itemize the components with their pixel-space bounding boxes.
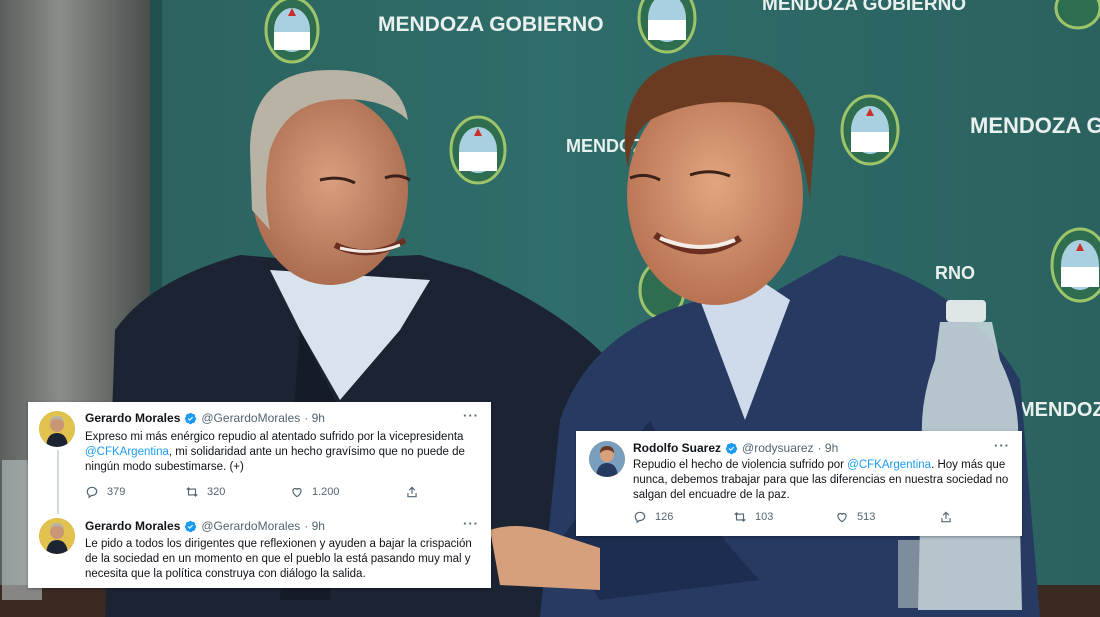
wall-text: RNO [935, 263, 975, 283]
retweet-icon [734, 512, 746, 522]
author-name[interactable]: Rodolfo Suarez [633, 441, 721, 455]
reply-count: 379 [107, 486, 126, 498]
retweet-button[interactable]: 320 [185, 485, 290, 499]
mention-link[interactable]: @CFKArgentina [85, 446, 169, 458]
tweet-time[interactable]: · 9h [304, 519, 325, 533]
tweet-time[interactable]: · 9h [818, 441, 839, 455]
tweet-text-part: Repudio el hecho de violencia sufrido po… [633, 459, 848, 471]
like-icon [292, 487, 302, 498]
reply-count: 126 [655, 511, 674, 523]
mention-link[interactable]: @CFKArgentina [847, 459, 931, 471]
tweet-text: Repudio el hecho de violencia sufrido po… [633, 458, 1013, 503]
author-handle[interactable]: @GerardoMorales [201, 411, 300, 425]
reply-button[interactable]: 126 [633, 510, 733, 524]
tweet-text-part: Expreso mi más enérgico repudio al atent… [85, 431, 464, 443]
tweet-text: Expreso mi más enérgico repudio al atent… [85, 430, 480, 475]
tweet-time[interactable]: · 9h [304, 411, 325, 425]
share-button[interactable] [939, 510, 953, 524]
reply-icon [634, 511, 646, 524]
avatar[interactable] [39, 518, 75, 554]
share-icon [407, 486, 417, 498]
retweet-count: 103 [755, 511, 774, 523]
author-handle[interactable]: @GerardoMorales [201, 519, 300, 533]
thread-connector [57, 450, 59, 514]
wall-text: MENDOZA GOBIERNO [378, 13, 604, 36]
verified-badge-icon [185, 412, 197, 424]
verified-badge-icon [725, 442, 738, 454]
reply-button[interactable]: 379 [85, 485, 185, 499]
author-handle[interactable]: @rodysuarez [742, 441, 814, 455]
tweet-text: Le pido a todos los dirigentes que refle… [85, 538, 472, 580]
like-icon [837, 512, 847, 523]
verified-badge-icon [185, 520, 197, 532]
avatar[interactable] [589, 441, 625, 477]
like-button[interactable]: 513 [835, 510, 939, 524]
tweet[interactable]: Rodolfo Suarez @rodysuarez · 9h ··· Repu… [576, 431, 1022, 536]
tweet[interactable]: Gerardo Morales @GerardoMorales · 9h ···… [28, 402, 491, 514]
avatar[interactable] [39, 411, 75, 447]
like-count: 1.200 [312, 486, 340, 498]
share-icon [941, 511, 951, 523]
reply-icon [86, 486, 98, 499]
author-name[interactable]: Gerardo Morales [85, 519, 180, 533]
share-button[interactable] [405, 485, 419, 499]
wall-text: MENDOZA G [970, 113, 1100, 138]
retweet-button[interactable]: 103 [733, 510, 835, 524]
more-options-icon[interactable]: ··· [463, 516, 479, 531]
tweet[interactable]: Gerardo Morales @GerardoMorales · 9h ···… [28, 514, 491, 588]
tweet-card-right: Rodolfo Suarez @rodysuarez · 9h ··· Repu… [576, 431, 1022, 536]
retweet-count: 320 [207, 486, 226, 498]
wall-text: MENDOZA GOBI [1018, 399, 1100, 421]
more-options-icon[interactable]: ··· [994, 438, 1010, 453]
like-button[interactable]: 1.200 [290, 485, 405, 499]
author-name[interactable]: Gerardo Morales [85, 411, 180, 425]
more-options-icon[interactable]: ··· [463, 408, 479, 423]
retweet-icon [186, 487, 198, 497]
like-count: 513 [857, 511, 876, 523]
wall-text: MENDOZA GOBIERNO [762, 0, 966, 15]
tweet-thread-card-left: Gerardo Morales @GerardoMorales · 9h ···… [28, 402, 491, 588]
